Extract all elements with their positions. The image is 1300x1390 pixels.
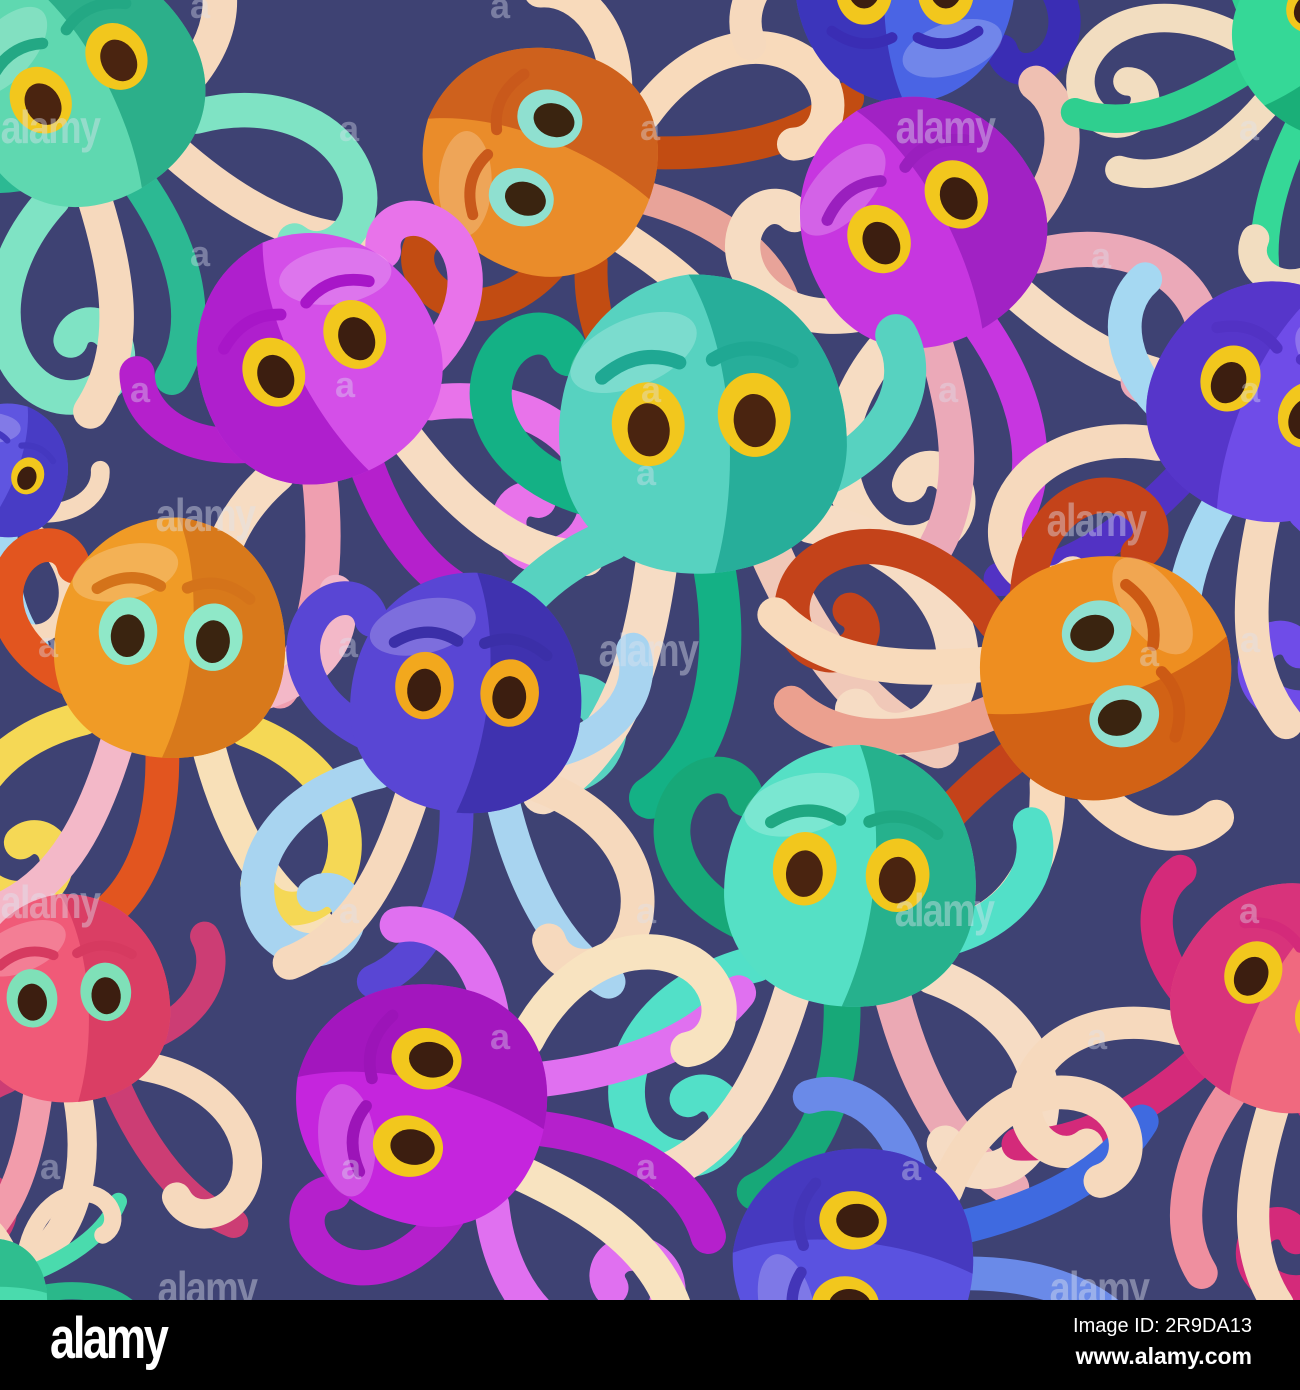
watermark-a-letter: a xyxy=(900,1147,922,1188)
octopus-drawing xyxy=(983,262,1300,740)
octopus-teal-center-right xyxy=(584,699,1107,1222)
watermark-a-letter: a xyxy=(640,369,662,410)
octopus-purple-left-middle xyxy=(38,118,663,743)
octopus-drawing xyxy=(0,0,386,429)
image-id-label: Image ID: xyxy=(1073,1315,1160,1337)
watermark-a-letter: a xyxy=(337,624,359,665)
octopus-drawing xyxy=(729,0,1081,105)
watermark-a-letter: a xyxy=(937,369,959,410)
watermark-a-letter: a xyxy=(639,107,661,148)
octopus-blue-top-edge xyxy=(690,0,1120,130)
octopus-drawing xyxy=(0,517,362,945)
alamy-info-bar: alamy Image ID: 2R9DA13 www.alamy.com xyxy=(0,1300,1300,1390)
watermark-alamy-logo: alamy xyxy=(1046,494,1147,546)
octopus-drawing xyxy=(0,894,262,1274)
watermark-a-letter: a xyxy=(635,1146,657,1187)
octopus-drawing xyxy=(401,0,865,426)
stock-image-octopus-pattern: alamy alamy alamy alamy alamy alamy alamy alamy… xyxy=(0,0,1300,1390)
image-meta: Image ID: 2R9DA13 www.alamy.com xyxy=(1073,1315,1252,1370)
octopus-drawing xyxy=(1001,854,1300,1321)
watermark-a-letter: a xyxy=(1238,107,1260,148)
watermark-a-letter: a xyxy=(338,108,360,149)
octopus-violet-right-edge xyxy=(936,171,1300,769)
watermark-a-letter: a xyxy=(489,1016,511,1057)
octopus-drawing xyxy=(725,65,1232,575)
octopus-blue-left-edge xyxy=(0,350,150,670)
watermark-a-letter: a xyxy=(189,0,211,26)
watermark-a-letter: a xyxy=(1238,890,1260,931)
octopus-teal-top-right-corner xyxy=(1021,0,1300,349)
octopus-orange-right xyxy=(734,404,1300,996)
watermark-a-letter: a xyxy=(489,0,511,26)
octopus-purple-top-right xyxy=(639,0,1281,611)
watermark-alamy-logo: alamy xyxy=(895,101,996,153)
watermark-a-letter: a xyxy=(189,233,211,274)
alamy-logo: alamy xyxy=(50,1306,169,1371)
watermark-alamy-logo: alamy xyxy=(598,624,699,676)
octopus-drawing xyxy=(608,744,1060,1211)
watermark-a-letter: a xyxy=(1138,633,1160,674)
octopus-pink-left-edge xyxy=(0,854,286,1277)
watermark-a-letter: a xyxy=(1090,235,1112,276)
watermark-alamy-logo: alamy xyxy=(155,489,256,541)
watermark-a-letter: a xyxy=(338,890,360,931)
image-id-line: Image ID: 2R9DA13 xyxy=(1073,1315,1252,1338)
watermark-alamy-logo: alamy xyxy=(894,884,995,936)
octopus-drawing xyxy=(1060,0,1300,312)
watermark-a-letter: a xyxy=(129,369,151,410)
octopus-drawing xyxy=(464,274,979,819)
watermark-a-letter: a xyxy=(1239,369,1261,410)
watermark-a-letter: a xyxy=(340,1146,362,1187)
image-id-value: 2R9DA13 xyxy=(1165,1315,1252,1337)
octopus-drawing xyxy=(240,572,655,999)
alamy-url: www.alamy.com xyxy=(1075,1343,1252,1369)
octopus-drawing xyxy=(757,477,1235,949)
watermark-alamy-logo: alamy xyxy=(0,876,101,928)
octopus-orange-top xyxy=(328,0,892,467)
octopus-violet-center xyxy=(216,526,704,1014)
watermark-a-letter: a xyxy=(1239,619,1261,660)
watermark-a-letter: a xyxy=(37,624,59,665)
watermark-alamy-logo: alamy xyxy=(0,101,101,153)
watermark-a-letter: a xyxy=(334,364,356,405)
octopus-teal-top-left xyxy=(0,0,434,464)
octopus-teal-center xyxy=(407,217,1014,824)
octopus-pink-right-edge xyxy=(956,766,1300,1353)
watermark-a-letter: a xyxy=(39,1146,61,1187)
watermark-a-letter: a xyxy=(635,890,657,931)
octopus-drawing xyxy=(0,403,110,655)
octopus-drawing xyxy=(119,200,614,709)
watermark-layer: alamy alamy alamy alamy alamy alamy alamy alamy… xyxy=(0,0,1300,1390)
octopus-orange-yellow-left xyxy=(0,475,405,955)
watermark-a-letter: a xyxy=(635,452,657,493)
watermark-a-letter: a xyxy=(1086,1016,1108,1057)
